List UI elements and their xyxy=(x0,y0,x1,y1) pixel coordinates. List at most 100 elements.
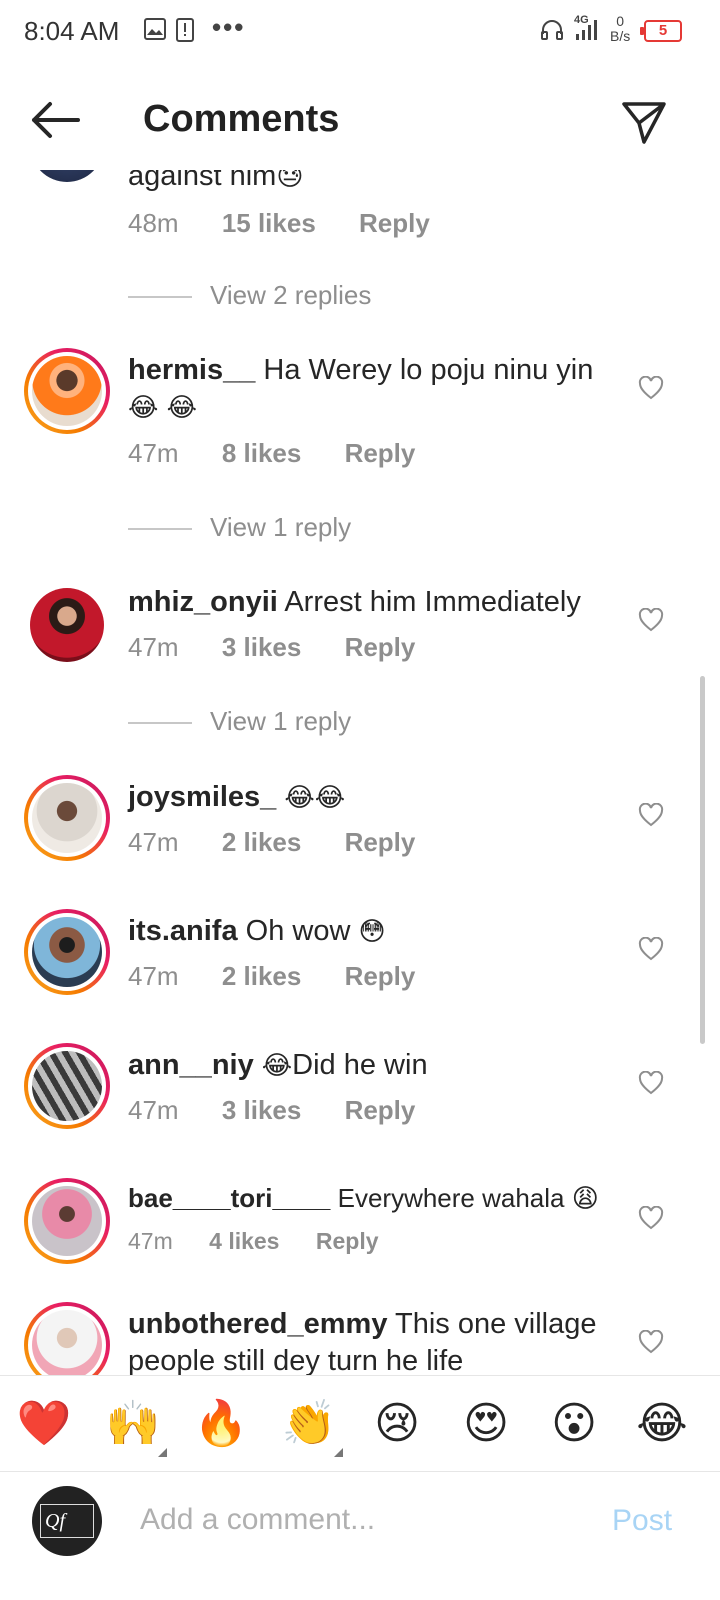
raising-hands-emoji-icon[interactable]: 🙌 xyxy=(103,1396,163,1452)
variant-indicator-icon xyxy=(158,1448,167,1457)
reply-button[interactable]: Reply xyxy=(359,208,430,239)
heart-icon[interactable] xyxy=(638,937,664,961)
comment-text: ann__niy 😂Did he win xyxy=(128,1047,618,1085)
divider-line xyxy=(128,722,192,725)
likes-count[interactable]: 2 likes xyxy=(222,827,302,858)
comment-time: 47m xyxy=(128,961,179,991)
heart-icon[interactable] xyxy=(638,1330,664,1354)
username[interactable]: unbothered_emmy xyxy=(128,1308,387,1340)
reply-button[interactable]: Reply xyxy=(345,961,416,992)
laughing-emoji-icon[interactable]: 😂 xyxy=(632,1396,692,1452)
avatar[interactable] xyxy=(24,348,110,434)
reply-button[interactable]: Reply xyxy=(345,632,416,663)
username[interactable]: mhiz_onyii xyxy=(128,586,278,618)
username[interactable]: ann__niy xyxy=(128,1049,254,1081)
username[interactable]: its.anifa xyxy=(128,915,238,947)
comment-time: 47m xyxy=(128,1228,173,1254)
likes-count[interactable]: 4 likes xyxy=(209,1228,279,1255)
heart-icon[interactable] xyxy=(638,1206,664,1230)
comment-time: 47m xyxy=(128,827,179,857)
reply-button[interactable]: Reply xyxy=(316,1228,379,1255)
view-replies-button[interactable]: View 1 reply xyxy=(128,512,351,543)
view-replies-button[interactable]: View 1 reply xyxy=(128,706,351,737)
view-replies-button[interactable]: View 2 replies xyxy=(128,280,371,311)
comment-text: bae____tori____ Everywhere wahala 😩 xyxy=(128,1180,618,1218)
heart-icon[interactable] xyxy=(638,803,664,827)
comment-text: unbothered_emmy This one village people … xyxy=(128,1306,618,1375)
crying-emoji-icon[interactable]: 😢 xyxy=(367,1396,427,1452)
surprised-emoji-icon[interactable]: 😮 xyxy=(544,1396,604,1452)
heart-icon[interactable] xyxy=(638,376,664,400)
heart-icon[interactable] xyxy=(638,608,664,632)
avatar[interactable] xyxy=(24,582,110,668)
arrow-left-icon[interactable] xyxy=(28,98,82,142)
comment-body: Oh wow xyxy=(245,915,351,947)
likes-count[interactable]: 2 likes xyxy=(222,961,302,992)
my-avatar[interactable]: Qf xyxy=(32,1486,102,1556)
heart-eyes-emoji-icon[interactable]: 😍 xyxy=(456,1396,516,1452)
signal-icon: 4G xyxy=(572,14,600,44)
heart-icon[interactable] xyxy=(638,1071,664,1095)
likes-count[interactable]: 15 likes xyxy=(222,208,316,239)
likes-count[interactable]: 8 likes xyxy=(222,438,302,469)
comment-meta: 47m 8 likes Reply xyxy=(128,438,451,469)
fire-emoji-icon[interactable]: 🔥 xyxy=(191,1396,251,1452)
network-speed: 0 B/s xyxy=(610,14,630,44)
comment-time: 47m xyxy=(128,632,179,662)
comment-time: 47m xyxy=(128,1095,179,1125)
comment-body: Everywhere wahala xyxy=(337,1183,565,1213)
battery-icon: 5 xyxy=(640,20,682,42)
paper-plane-icon[interactable] xyxy=(620,98,668,146)
comments-list[interactable]: against him😓 48m 15 likes Reply View 2 r… xyxy=(0,150,720,1375)
comment-body: Did he win xyxy=(292,1049,428,1081)
comment-text: joysmiles_ 😂😂 xyxy=(128,779,618,817)
avatar[interactable] xyxy=(24,1043,110,1129)
divider-line xyxy=(128,528,192,531)
view-replies-label: View 1 reply xyxy=(210,512,352,542)
avatar[interactable] xyxy=(24,909,110,995)
comment-meta: 47m 2 likes Reply xyxy=(128,961,451,992)
comment-emoji: 😂 xyxy=(261,1051,293,1081)
status-bar: 8:04 AM ••• 4G 0 B/s 5 xyxy=(0,0,720,64)
reply-button[interactable]: Reply xyxy=(345,438,416,469)
speed-value: 0 xyxy=(616,13,625,29)
sim-alert-icon xyxy=(176,18,194,42)
variant-indicator-icon xyxy=(334,1448,343,1457)
reply-button[interactable]: Reply xyxy=(345,827,416,858)
headset-icon xyxy=(541,20,563,40)
clapping-emoji-icon[interactable]: 👏 xyxy=(279,1396,339,1452)
view-replies-label: View 1 reply xyxy=(210,706,352,736)
scrollbar[interactable] xyxy=(700,676,705,1044)
likes-count[interactable]: 3 likes xyxy=(222,1095,302,1126)
post-button[interactable]: Post xyxy=(612,1504,672,1538)
avatar[interactable] xyxy=(24,775,110,861)
comment-time: 48m xyxy=(128,208,179,238)
avatar[interactable] xyxy=(24,1302,110,1375)
comment-text: hermis__ Ha Werey lo poju ninu yin 😂 😂 xyxy=(128,352,618,427)
avatar[interactable] xyxy=(24,1178,110,1264)
divider-line xyxy=(128,296,192,299)
comment-meta: 47m 4 likes Reply xyxy=(128,1228,409,1255)
gallery-icon xyxy=(144,18,166,40)
username[interactable]: hermis__ xyxy=(128,354,255,386)
comment-input[interactable] xyxy=(140,1498,580,1542)
view-replies-label: View 2 replies xyxy=(210,280,372,310)
comment-meta: 48m 15 likes Reply xyxy=(128,208,466,239)
comment-emoji: 😩 xyxy=(571,1184,599,1214)
username[interactable]: joysmiles_ xyxy=(128,781,276,813)
status-time: 8:04 AM xyxy=(24,16,120,46)
reply-button[interactable]: Reply xyxy=(345,1095,416,1126)
comment-body: Ha Werey lo poju ninu yin xyxy=(263,354,594,386)
comment-meta: 47m 3 likes Reply xyxy=(128,1095,451,1126)
username[interactable]: bae____tori____ xyxy=(128,1183,330,1213)
comment-emoji: 😂 😂 xyxy=(128,393,198,423)
heart-emoji-icon[interactable]: ❤️ xyxy=(14,1396,74,1452)
comment-meta: 47m 2 likes Reply xyxy=(128,827,451,858)
comment-time: 47m xyxy=(128,438,179,468)
likes-count[interactable]: 3 likes xyxy=(222,632,302,663)
comment-emoji: 😳 xyxy=(358,917,386,947)
comment-text: mhiz_onyii Arrest him Immediately xyxy=(128,584,618,621)
comment-composer: Qf Post xyxy=(0,1471,720,1600)
speed-unit: B/s xyxy=(610,28,631,44)
header: Comments xyxy=(0,70,720,170)
